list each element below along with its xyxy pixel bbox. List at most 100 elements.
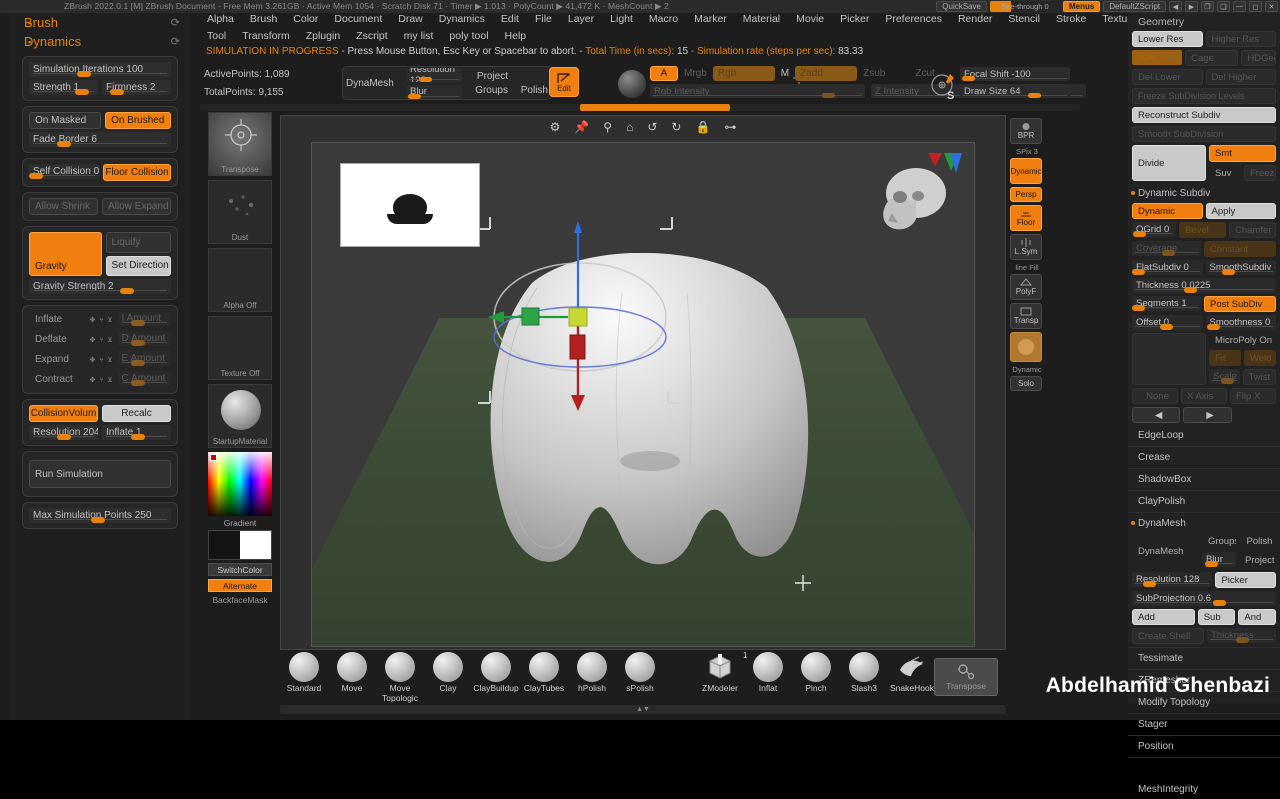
cv-inflate-slider[interactable]: Inflate 1: [102, 425, 171, 440]
sub-button[interactable]: Sub: [1197, 609, 1236, 625]
cage-button[interactable]: Cage: [1185, 50, 1239, 66]
menu-item-file[interactable]: File: [528, 12, 559, 26]
coverage-slider[interactable]: Coverage: [1132, 241, 1201, 256]
color-picker-swatch[interactable]: [208, 452, 272, 516]
rgb-intensity-slider[interactable]: Rgb Intensity: [650, 84, 865, 98]
subprojection-slider[interactable]: SubProjection 0.6: [1132, 591, 1276, 606]
d-amount-slider[interactable]: D Amount: [117, 331, 171, 346]
allow-expand-button[interactable]: Allow Expand: [102, 198, 171, 215]
brush-hpolish[interactable]: hPolish: [568, 652, 616, 693]
deflate-button[interactable]: Deflate: [29, 331, 85, 348]
dynamesh-toggle-button[interactable]: DynaMesh: [1132, 533, 1199, 569]
axis-gizmo[interactable]: [924, 151, 964, 195]
menu-item-zscript[interactable]: Zscript: [349, 29, 395, 43]
strength-slider[interactable]: Strength 1: [29, 80, 98, 95]
menu-item-document[interactable]: Document: [327, 12, 389, 26]
lsym-button[interactable]: L.Sym: [1010, 234, 1042, 260]
apply-button[interactable]: Apply: [1205, 203, 1276, 219]
pin-icon[interactable]: 📌: [574, 120, 589, 134]
menu-item-marker[interactable]: Marker: [687, 12, 734, 26]
solo-button[interactable]: Solo: [1010, 376, 1042, 391]
menu-item-zplugin[interactable]: Zplugin: [299, 29, 347, 43]
expand-axis-icon[interactable]: ✥ ⑂ ⊻: [89, 356, 113, 364]
zscript-button[interactable]: DefaultZScript: [1103, 1, 1166, 12]
smt-button[interactable]: Smt: [1209, 145, 1276, 162]
menu-item-picker[interactable]: Picker: [833, 12, 876, 26]
brush-standard[interactable]: Standard: [280, 652, 328, 693]
brush-move[interactable]: Move: [328, 652, 376, 693]
dynamics-refresh-icon[interactable]: ⟳: [171, 35, 180, 48]
smooth-subdivision-button[interactable]: Smooth SubDivision: [1132, 126, 1276, 142]
material-thumbnail[interactable]: StartupMaterial: [208, 384, 272, 448]
contract-axis-icon[interactable]: ✥ ⑂ ⊻: [89, 376, 113, 384]
higher-res-button[interactable]: Higher Res: [1205, 31, 1276, 47]
simulation-iterations-slider[interactable]: Simulation Iterations 100: [29, 62, 171, 77]
dm-groups-button[interactable]: Groups: [1202, 533, 1238, 549]
dynamesh-project-button[interactable]: Project: [477, 71, 508, 82]
draw-size-slider[interactable]: Draw Size 64: [960, 84, 1070, 98]
window-close-icon[interactable]: ✕: [1265, 1, 1278, 12]
dm-polish-button[interactable]: Polish: [1240, 533, 1276, 549]
flatsubdiv-slider[interactable]: FlatSubdiv 0: [1132, 260, 1203, 275]
edgeloop-section[interactable]: EdgeLoop: [1128, 426, 1280, 445]
spix-label[interactable]: SPix 3: [1010, 147, 1044, 156]
c-amount-slider[interactable]: C Amount: [117, 371, 171, 386]
del-lower-button[interactable]: Del Lower: [1132, 69, 1203, 85]
brush-spolish[interactable]: sPolish: [616, 652, 664, 693]
backface-mask-label[interactable]: BackfaceMask: [208, 595, 272, 605]
menu-item-render[interactable]: Render: [951, 12, 999, 26]
floor-button[interactable]: Floor: [1010, 205, 1042, 231]
side-dynamic-label[interactable]: Dynamic: [1010, 365, 1044, 374]
dynamesh-polish-button2[interactable]: Polish: [521, 85, 548, 96]
home-icon[interactable]: ⌂: [626, 120, 633, 134]
quicksave-button[interactable]: QuickSave: [936, 1, 987, 12]
offset-slider[interactable]: Offset 0: [1132, 315, 1203, 330]
suv-button[interactable]: Suv: [1209, 165, 1241, 181]
menu-item-macro[interactable]: Macro: [642, 12, 685, 26]
window-minimize-icon[interactable]: —: [1233, 1, 1246, 12]
dm-project-button[interactable]: Project: [1239, 552, 1276, 568]
mrgb-button[interactable]: Mrgb: [684, 68, 707, 79]
i-amount-slider[interactable]: I Amount: [117, 311, 171, 326]
dynamesh-toolbar-label[interactable]: DynaMesh: [346, 78, 402, 89]
material-side-button[interactable]: [1010, 332, 1042, 362]
brush-claytubes[interactable]: ClayTubes: [520, 652, 568, 693]
menu-item-color[interactable]: Color: [286, 12, 325, 26]
xaxis-button[interactable]: X Axis: [1181, 388, 1227, 404]
stroke-preview[interactable]: S: [928, 68, 960, 102]
menu-item-edit[interactable]: Edit: [494, 12, 526, 26]
twist-button[interactable]: Twist: [1242, 369, 1276, 385]
micropoly-next-button[interactable]: ▶: [1183, 407, 1232, 423]
geometry-section-title[interactable]: Geometry: [1128, 13, 1280, 31]
dm-blur-slider[interactable]: Blur: [1201, 552, 1236, 567]
freeze-subdivision-button[interactable]: Freeze SubDivision Levels: [1132, 88, 1276, 104]
color-swatches[interactable]: [208, 530, 272, 560]
tessimate-section[interactable]: Tessimate: [1128, 649, 1280, 668]
inflate-button[interactable]: Inflate: [29, 311, 85, 328]
brush-claybuildup[interactable]: ClayBuildup: [472, 652, 520, 693]
transpose-palette-button[interactable]: Transpose: [934, 658, 998, 696]
liquify-button[interactable]: Liquify: [105, 232, 171, 253]
qgrid-slider[interactable]: QGrid 0: [1132, 222, 1176, 237]
stager-section[interactable]: Stager: [1128, 715, 1280, 734]
zsub-button[interactable]: Zsub: [863, 68, 885, 79]
bpr-button[interactable]: BPR: [1010, 118, 1042, 144]
menu-item-preferences[interactable]: Preferences: [878, 12, 949, 26]
nav-next-icon[interactable]: ▶: [1185, 1, 1198, 12]
brush-zmodeler[interactable]: ZModeler: [696, 652, 744, 693]
menu-item-alpha[interactable]: Alpha: [200, 12, 241, 26]
undo-icon[interactable]: ↺: [647, 120, 657, 134]
dm-resolution-slider[interactable]: Resolution 128: [1132, 572, 1213, 587]
flipx-button[interactable]: Flip X: [1230, 388, 1276, 404]
menus-button[interactable]: Menus: [1062, 1, 1101, 12]
brush-snakehook[interactable]: SnakeHook: [888, 652, 936, 693]
canvas-area[interactable]: ⚙ 📌 ⚲ ⌂ ↺ ↻ 🔒 ⊶: [280, 115, 1006, 650]
material-preview-sphere[interactable]: [618, 70, 646, 98]
menu-item-movie[interactable]: Movie: [789, 12, 831, 26]
line-fill-label[interactable]: line Fill: [1010, 263, 1044, 272]
chamfer-button[interactable]: Chamfer: [1229, 222, 1276, 238]
micropoly-none-button[interactable]: None: [1132, 388, 1178, 404]
menu-item-layer[interactable]: Layer: [561, 12, 601, 26]
dynamics-header[interactable]: ▪ Dynamics ⟳: [10, 32, 190, 51]
del-higher-button[interactable]: Del Higher: [1205, 69, 1276, 85]
